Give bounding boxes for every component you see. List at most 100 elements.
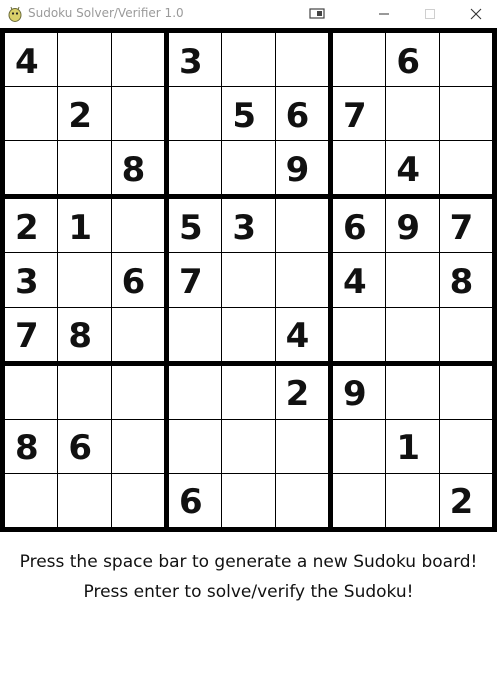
sudoku-cell[interactable] xyxy=(169,87,222,141)
sudoku-cell[interactable] xyxy=(58,473,111,527)
sudoku-cell[interactable] xyxy=(333,419,386,473)
sudoku-cell[interactable] xyxy=(58,33,111,87)
sudoku-cell[interactable] xyxy=(386,253,439,307)
cell-digit: 2 xyxy=(68,95,92,136)
sudoku-cell[interactable] xyxy=(275,253,328,307)
sudoku-cell[interactable]: 4 xyxy=(386,141,439,195)
sudoku-cell[interactable]: 2 xyxy=(439,473,492,527)
sudoku-cell[interactable]: 3 xyxy=(5,253,58,307)
sudoku-cell[interactable]: 1 xyxy=(386,419,439,473)
sudoku-cell[interactable]: 6 xyxy=(111,253,164,307)
sudoku-cell[interactable]: 2 xyxy=(5,199,58,253)
maximize-icon[interactable] xyxy=(418,4,442,24)
sudoku-cell[interactable]: 7 xyxy=(169,253,222,307)
sudoku-cell[interactable]: 3 xyxy=(222,199,275,253)
minimize-icon[interactable] xyxy=(372,4,396,24)
sudoku-cell[interactable] xyxy=(275,473,328,527)
sudoku-cell[interactable] xyxy=(5,365,58,419)
sudoku-cell[interactable]: 4 xyxy=(5,33,58,87)
cell-digit: 7 xyxy=(449,207,474,248)
sudoku-cell[interactable] xyxy=(386,87,439,141)
sudoku-cell[interactable] xyxy=(5,87,58,141)
sudoku-cell[interactable] xyxy=(222,141,275,195)
sudoku-cell[interactable] xyxy=(111,199,164,253)
sudoku-cell[interactable] xyxy=(5,473,58,527)
sudoku-cell[interactable] xyxy=(333,307,386,361)
sudoku-cell[interactable] xyxy=(58,253,111,307)
sudoku-cell[interactable]: 9 xyxy=(275,141,328,195)
cell-digit: 8 xyxy=(449,261,474,302)
sudoku-cell[interactable] xyxy=(386,365,439,419)
sudoku-cell[interactable] xyxy=(222,253,275,307)
sudoku-cell[interactable] xyxy=(222,33,275,87)
cell-digit: 4 xyxy=(396,149,420,190)
sudoku-cell[interactable] xyxy=(222,419,275,473)
sudoku-cell[interactable] xyxy=(111,87,164,141)
sudoku-cell[interactable] xyxy=(222,365,275,419)
sudoku-cell[interactable] xyxy=(169,419,222,473)
sudoku-cell[interactable]: 8 xyxy=(439,253,492,307)
cell-digit: 4 xyxy=(15,41,39,82)
cell-digit: 2 xyxy=(15,207,39,248)
cell-digit: 6 xyxy=(179,482,203,523)
sudoku-cell[interactable] xyxy=(439,33,492,87)
sudoku-cell[interactable] xyxy=(222,473,275,527)
instruction-solve: Press enter to solve/verify the Sudoku! xyxy=(83,582,414,602)
sudoku-cell[interactable]: 2 xyxy=(275,365,328,419)
sudoku-cell[interactable]: 6 xyxy=(386,33,439,87)
title-bar[interactable]: Sudoku Solver/Verifier 1.0 xyxy=(0,0,497,28)
sudoku-cell[interactable]: 7 xyxy=(439,199,492,253)
sudoku-cell[interactable] xyxy=(222,307,275,361)
close-icon[interactable] xyxy=(464,4,488,24)
sudoku-cell[interactable] xyxy=(275,199,328,253)
sudoku-cell[interactable]: 3 xyxy=(169,33,222,87)
cell-digit: 5 xyxy=(232,95,256,136)
sudoku-cell[interactable]: 7 xyxy=(5,307,58,361)
sudoku-cell[interactable]: 9 xyxy=(386,199,439,253)
sudoku-grid: 43625678942153697367487842986162 xyxy=(0,28,497,532)
sudoku-cell[interactable] xyxy=(111,33,164,87)
sudoku-cell[interactable] xyxy=(439,307,492,361)
sudoku-cell[interactable] xyxy=(58,365,111,419)
sudoku-cell[interactable] xyxy=(169,365,222,419)
sudoku-cell[interactable]: 9 xyxy=(333,365,386,419)
cell-digit: 7 xyxy=(343,95,367,136)
sudoku-cell[interactable] xyxy=(5,141,58,195)
sudoku-cell[interactable]: 6 xyxy=(333,199,386,253)
sudoku-cell[interactable]: 1 xyxy=(58,199,111,253)
sudoku-cell[interactable]: 5 xyxy=(222,87,275,141)
sudoku-cell[interactable] xyxy=(58,141,111,195)
sudoku-cell[interactable] xyxy=(386,473,439,527)
sudoku-cell[interactable] xyxy=(111,307,164,361)
sudoku-cell[interactable] xyxy=(333,473,386,527)
cell-digit: 7 xyxy=(179,261,203,302)
sudoku-cell[interactable] xyxy=(333,141,386,195)
sudoku-cell[interactable] xyxy=(386,307,439,361)
sudoku-cell[interactable] xyxy=(333,33,386,87)
sudoku-cell[interactable] xyxy=(111,419,164,473)
sudoku-cell[interactable] xyxy=(111,365,164,419)
sudoku-cell[interactable]: 8 xyxy=(5,419,58,473)
sudoku-cell[interactable] xyxy=(275,33,328,87)
cell-digit: 8 xyxy=(68,316,92,357)
sudoku-cell[interactable]: 8 xyxy=(111,141,164,195)
sudoku-cell[interactable] xyxy=(439,87,492,141)
sudoku-cell[interactable]: 6 xyxy=(58,419,111,473)
sudoku-cell[interactable]: 5 xyxy=(169,199,222,253)
tablet-mode-icon[interactable] xyxy=(307,4,327,24)
sudoku-cell[interactable] xyxy=(439,365,492,419)
sudoku-cell[interactable]: 4 xyxy=(333,253,386,307)
sudoku-cell[interactable] xyxy=(275,419,328,473)
sudoku-cell[interactable] xyxy=(439,141,492,195)
sudoku-cell[interactable]: 6 xyxy=(275,87,328,141)
sudoku-cell[interactable] xyxy=(169,307,222,361)
sudoku-cell[interactable] xyxy=(169,141,222,195)
sudoku-cell[interactable]: 2 xyxy=(58,87,111,141)
sudoku-cell[interactable] xyxy=(439,419,492,473)
sudoku-cell[interactable]: 4 xyxy=(275,307,328,361)
sudoku-cell[interactable]: 6 xyxy=(169,473,222,527)
sudoku-cell[interactable]: 8 xyxy=(58,307,111,361)
cell-digit: 9 xyxy=(285,149,310,190)
sudoku-cell[interactable]: 7 xyxy=(333,87,386,141)
sudoku-cell[interactable] xyxy=(111,473,164,527)
